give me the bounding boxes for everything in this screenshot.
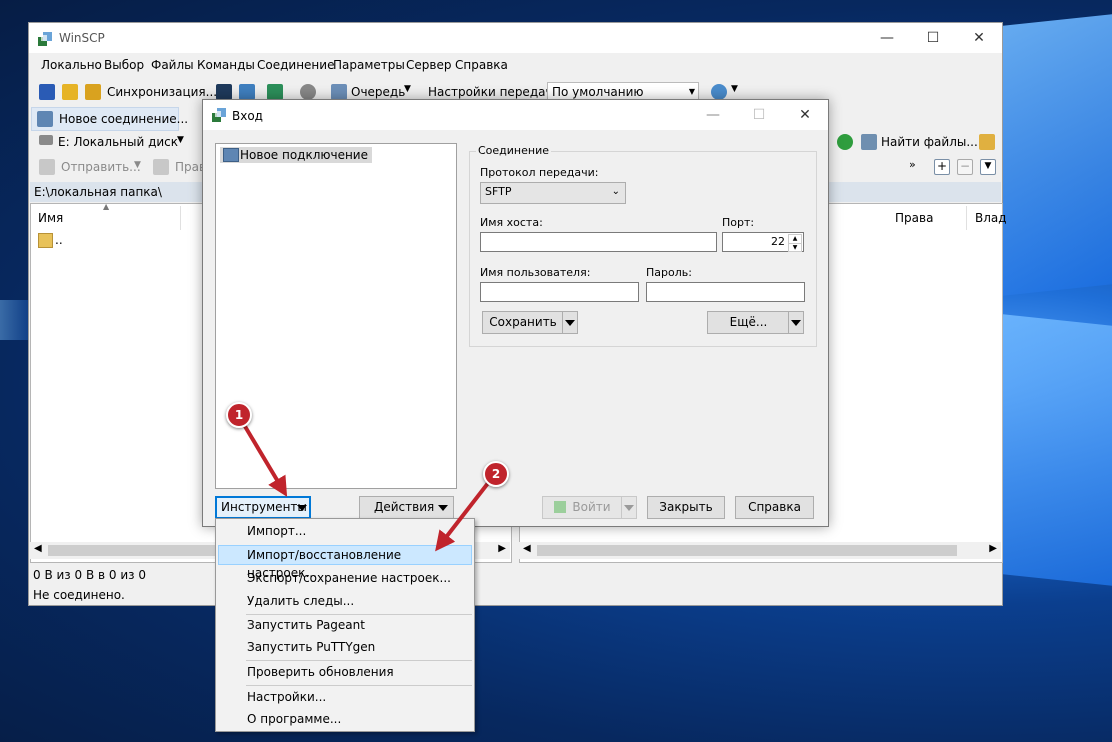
annotation-arrow-2 bbox=[435, 476, 494, 552]
annotation-badge-2: 2 bbox=[483, 461, 509, 487]
annotation-arrows bbox=[238, 416, 494, 552]
annotation-arrow-1 bbox=[238, 416, 288, 497]
annotation-badge-1: 1 bbox=[226, 402, 252, 428]
